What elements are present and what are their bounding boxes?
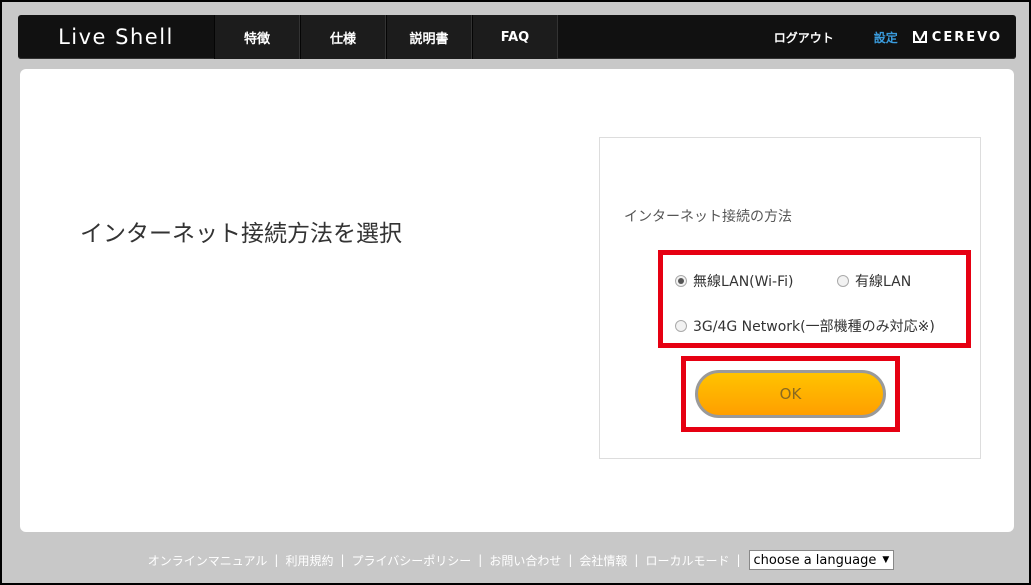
footer-link-privacy[interactable]: プライバシーポリシー bbox=[352, 552, 472, 569]
ok-button[interactable]: OK bbox=[695, 370, 886, 418]
footer-link-contact[interactable]: お問い合わせ bbox=[489, 552, 561, 569]
footer-separator: | bbox=[274, 553, 279, 567]
radio-wifi-dot[interactable] bbox=[675, 275, 687, 287]
logo-text: CEREVO bbox=[931, 29, 1002, 45]
radio-wifi[interactable]: 無線LAN(Wi-Fi) bbox=[675, 271, 794, 291]
nav-manual[interactable]: 説明書 bbox=[386, 15, 472, 59]
radio-mobile-network[interactable]: 3G/4G Network(一部機種のみ対応※) bbox=[675, 316, 935, 336]
footer-separator: | bbox=[736, 553, 741, 567]
footer-link-local-mode[interactable]: ローカルモード bbox=[645, 552, 729, 569]
footer-separator: | bbox=[478, 553, 483, 567]
footer-separator: | bbox=[634, 553, 639, 567]
radio-wired-dot[interactable] bbox=[837, 275, 849, 287]
cerevo-logo[interactable]: CEREVO bbox=[912, 30, 1002, 45]
brand-logo[interactable]: Live Shell bbox=[18, 15, 214, 59]
page-title: インターネット接続方法を選択 bbox=[80, 221, 402, 247]
cerevo-icon bbox=[912, 31, 927, 43]
nav-features[interactable]: 特徴 bbox=[214, 15, 300, 59]
footer-link-terms[interactable]: 利用規約 bbox=[285, 552, 333, 569]
nav-faq[interactable]: FAQ bbox=[472, 15, 558, 59]
language-select-value: choose a language bbox=[753, 552, 877, 568]
settings-link[interactable]: 設定 bbox=[874, 29, 898, 46]
footer-link-online-manual[interactable]: オンラインマニュアル bbox=[148, 552, 268, 569]
radio-mobile-label: 3G/4G Network(一部機種のみ対応※) bbox=[693, 319, 935, 335]
radio-mobile-dot[interactable] bbox=[675, 320, 687, 332]
footer-separator: | bbox=[340, 553, 345, 567]
footer-separator: | bbox=[568, 553, 573, 567]
footer: オンラインマニュアル | 利用規約 | プライバシーポリシー | お問い合わせ … bbox=[2, 550, 1031, 570]
chevron-down-icon: ▼ bbox=[882, 555, 890, 565]
connection-panel: インターネット接続の方法 無線LAN(Wi-Fi) 有線LAN 3G/4G Ne… bbox=[599, 137, 981, 459]
logout-link[interactable]: ログアウト bbox=[774, 29, 834, 46]
footer-link-company[interactable]: 会社情報 bbox=[579, 552, 627, 569]
language-select[interactable]: choose a language ▼ bbox=[748, 550, 895, 570]
radio-wired-label: 有線LAN bbox=[855, 274, 912, 290]
radio-highlight-box: 無線LAN(Wi-Fi) 有線LAN 3G/4G Network(一部機種のみ対… bbox=[658, 250, 971, 348]
app-frame: Live Shell 特徴 仕様 説明書 FAQ ログアウト 設定 CEREVO… bbox=[2, 2, 1029, 583]
main-card: インターネット接続方法を選択 インターネット接続の方法 無線LAN(Wi-Fi)… bbox=[20, 69, 1014, 532]
connection-method-label: インターネット接続の方法 bbox=[624, 209, 792, 225]
nav-specs[interactable]: 仕様 bbox=[300, 15, 386, 59]
top-navbar: Live Shell 特徴 仕様 説明書 FAQ ログアウト 設定 CEREVO bbox=[18, 15, 1016, 59]
radio-wifi-label: 無線LAN(Wi-Fi) bbox=[693, 274, 794, 290]
ok-highlight-box: OK bbox=[681, 356, 900, 432]
radio-wired-lan[interactable]: 有線LAN bbox=[837, 271, 911, 291]
nav-right: ログアウト 設定 CEREVO bbox=[774, 15, 1016, 59]
